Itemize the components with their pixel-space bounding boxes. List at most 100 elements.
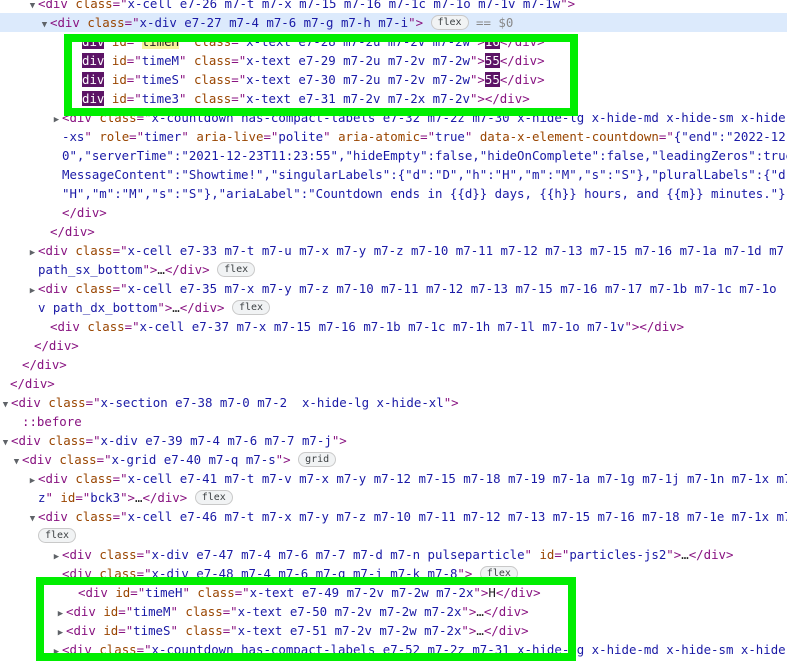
attr-value: x-text e7-51 m7-2v m7-2w m7-2x — [237, 623, 462, 638]
layout-badge[interactable]: flex — [430, 15, 469, 30]
tag-token: " — [84, 129, 100, 144]
attr-name: id — [111, 53, 127, 68]
expand-triangle-down-icon[interactable]: ▼ — [27, 0, 38, 13]
attr-name: class — [75, 243, 113, 258]
tag-token: "> — [142, 262, 158, 277]
dom-node-line[interactable]: div id="timeS" class="x-text e7-30 m7-2u… — [0, 70, 787, 89]
dom-node-line[interactable]: ▶ <div class="x-countdown has-compact-lab… — [0, 640, 787, 659]
tag-token: =" — [130, 585, 146, 600]
tag-token: "> — [666, 547, 682, 562]
dom-node-line[interactable]: ▶ <div class="x-cell e7-35 m7-x m7-y m7-z… — [0, 279, 787, 298]
dom-node-line[interactable]: ▼ <div class="x-section e7-38 m7-0 m7-2 x… — [0, 393, 787, 412]
attr-name: class — [185, 604, 223, 619]
tag-token: "> — [157, 300, 173, 315]
expand-triangle-down-icon[interactable]: ▼ — [39, 16, 50, 32]
attr-name: role — [99, 129, 130, 144]
tag-token: =" — [136, 642, 152, 657]
tag-token: =" — [124, 319, 140, 334]
dom-node-line[interactable]: </div> — [0, 355, 787, 374]
dom-node-line[interactable]: ▼ <div class="x-cell e7-26 m7-t m7-x m7-1… — [0, 0, 787, 13]
dom-node-line[interactable]: </div> — [0, 374, 787, 393]
dom-node-line[interactable]: -xs" role="timer" aria-live="polite" ari… — [0, 127, 787, 146]
expand-triangle-right-icon[interactable]: ▶ — [55, 624, 66, 640]
tag-token: " — [179, 72, 194, 87]
dom-node-line[interactable]: z" id="bck3">…</div> flex — [0, 488, 787, 507]
tag-token: <div — [66, 604, 104, 619]
dom-node-line[interactable]: 0","serverTime":"2021-12-23T11:23:55","h… — [0, 146, 787, 165]
dom-node-line[interactable]: <div class="x-div e7-48 m7-4 m7-6 m7-g m… — [0, 564, 787, 583]
expand-triangle-right-icon[interactable]: ▶ — [27, 282, 38, 298]
dom-node-line[interactable]: ▼ <div class="x-div e7-39 m7-4 m7-6 m7-7 … — [0, 431, 787, 450]
layout-badge[interactable]: flex — [38, 528, 77, 543]
tag-token: "> — [469, 53, 485, 68]
layout-badge[interactable]: flex — [194, 490, 233, 505]
dom-node-line[interactable]: ▼ <div class="x-grid e7-40 m7-q m7-s"> gr… — [0, 450, 787, 469]
dom-node-line[interactable]: <div class="x-cell e7-37 m7-x m7-15 m7-1… — [0, 317, 787, 336]
attr-value: x-div e7-39 m7-4 m7-6 m7-7 m7-j — [100, 433, 332, 448]
dom-node-line[interactable]: ::before — [0, 412, 787, 431]
attr-name: class — [185, 623, 223, 638]
tag-token: =" — [96, 452, 112, 467]
expand-triangle-down-icon[interactable]: ▼ — [11, 453, 22, 469]
expand-triangle-right-icon[interactable]: ▶ — [51, 111, 62, 127]
tag-token: "> — [457, 566, 473, 581]
expand-triangle-right-icon[interactable]: ▶ — [55, 605, 66, 621]
tag-token: =" — [75, 490, 91, 505]
dom-node-line[interactable]: div id="timeH" class="x-text e7-28 m7-2u… — [0, 32, 787, 51]
dom-node-line[interactable]: <div id="timeH" class="x-text e7-49 m7-2… — [0, 583, 787, 602]
dom-node-line[interactable]: ▶ <div class="x-div e7-47 m7-4 m7-6 m7-7 … — [0, 545, 787, 564]
layout-badge[interactable]: flex — [231, 300, 271, 315]
expand-triangle-right-icon[interactable]: ▶ — [27, 244, 38, 260]
tag-token: </div> — [499, 72, 545, 87]
expand-triangle-down-icon[interactable]: ▼ — [0, 434, 11, 450]
dom-node-line[interactable]: </div> — [0, 203, 787, 222]
dom-node-selected[interactable]: ▼ <div class="x-div e7-27 m7-4 m7-6 m7-g … — [0, 13, 787, 32]
tag-token: =" — [112, 281, 128, 296]
tag-token: "> — [461, 623, 477, 638]
dom-node-line[interactable]: </div> — [0, 336, 787, 355]
expand-triangle-down-icon[interactable]: ▼ — [0, 396, 11, 412]
layout-badge[interactable]: flex — [479, 566, 518, 581]
tag-token: "> — [275, 452, 291, 467]
selected-marker: == $0 — [468, 15, 514, 30]
dom-node-line[interactable]: MessageContent":"Showtime!","singularLab… — [0, 165, 787, 184]
expand-triangle-right-icon[interactable]: ▶ — [27, 472, 38, 488]
layout-badge[interactable]: grid — [298, 452, 337, 467]
layout-badge[interactable]: flex — [217, 262, 256, 277]
tag-token: </div> — [484, 91, 530, 106]
tag-token: <div — [66, 623, 104, 638]
tag-token: </div> — [142, 490, 188, 505]
tag-token: " — [45, 490, 61, 505]
tag-token: =" — [234, 585, 250, 600]
dom-node-line[interactable]: path_sx_bottom">…</div> flex — [0, 260, 787, 279]
attr-name: class — [75, 0, 113, 11]
attr-value: polite — [278, 129, 324, 144]
dom-node-line[interactable]: </div> — [0, 222, 787, 241]
dom-node-line[interactable]: ▶ <div id="timeM" class="x-text e7-50 m7-… — [0, 602, 787, 621]
attr-value: x-div e7-27 m7-4 m7-6 m7-g m7-h m7-i — [139, 15, 409, 30]
expand-triangle-down-icon[interactable]: ▼ — [27, 510, 38, 526]
tag-token: <div — [78, 585, 116, 600]
dom-node-line[interactable]: ▶ <div id="timeS" class="x-text e7-51 m7-… — [0, 621, 787, 640]
expand-triangle-right-icon[interactable]: ▶ — [51, 643, 62, 659]
tag-token: "></div> — [624, 319, 685, 334]
dom-node-line[interactable]: ▶ <div class="x-cell e7-41 m7-t m7-v m7-x… — [0, 469, 787, 488]
dom-node-line[interactable]: v path_dx_bottom">…</div> flex — [0, 298, 787, 317]
dom-node-line[interactable]: ▶ <div class="x-cell e7-33 m7-t m7-u m7-x… — [0, 241, 787, 260]
dom-node-line[interactable]: flex — [0, 526, 787, 545]
attr-value: x-text e7-31 m7-2v m7-2x m7-2v — [246, 91, 470, 106]
dom-node-line[interactable]: div id="time3" class="x-text e7-31 m7-2v… — [0, 89, 787, 108]
dom-node-line[interactable]: ▶ <div class="x-countdown has-compact-lab… — [0, 108, 787, 127]
attr-value: x-cell e7-46 m7-t m7-x m7-y m7-z m7-10 m… — [127, 509, 787, 524]
tag-token: =" — [126, 53, 142, 68]
dom-node-line[interactable]: ▼ <div class="x-cell e7-46 m7-t m7-x m7-y… — [0, 507, 787, 526]
tag-token: " — [170, 623, 186, 638]
expand-triangle-right-icon[interactable]: ▶ — [51, 548, 62, 564]
dom-node-line[interactable]: div id="timeM" class="x-text e7-29 m7-2u… — [0, 51, 787, 70]
attr-value: x-div e7-47 m7-4 m7-6 m7-7 m7-d m7-n pul… — [151, 547, 525, 562]
attr-value: x-text e7-49 m7-2v m7-2w m7-2x — [249, 585, 474, 600]
dom-node-line[interactable]: "H","m":"M","s":"S"},"ariaLabel":"Countd… — [0, 184, 787, 203]
